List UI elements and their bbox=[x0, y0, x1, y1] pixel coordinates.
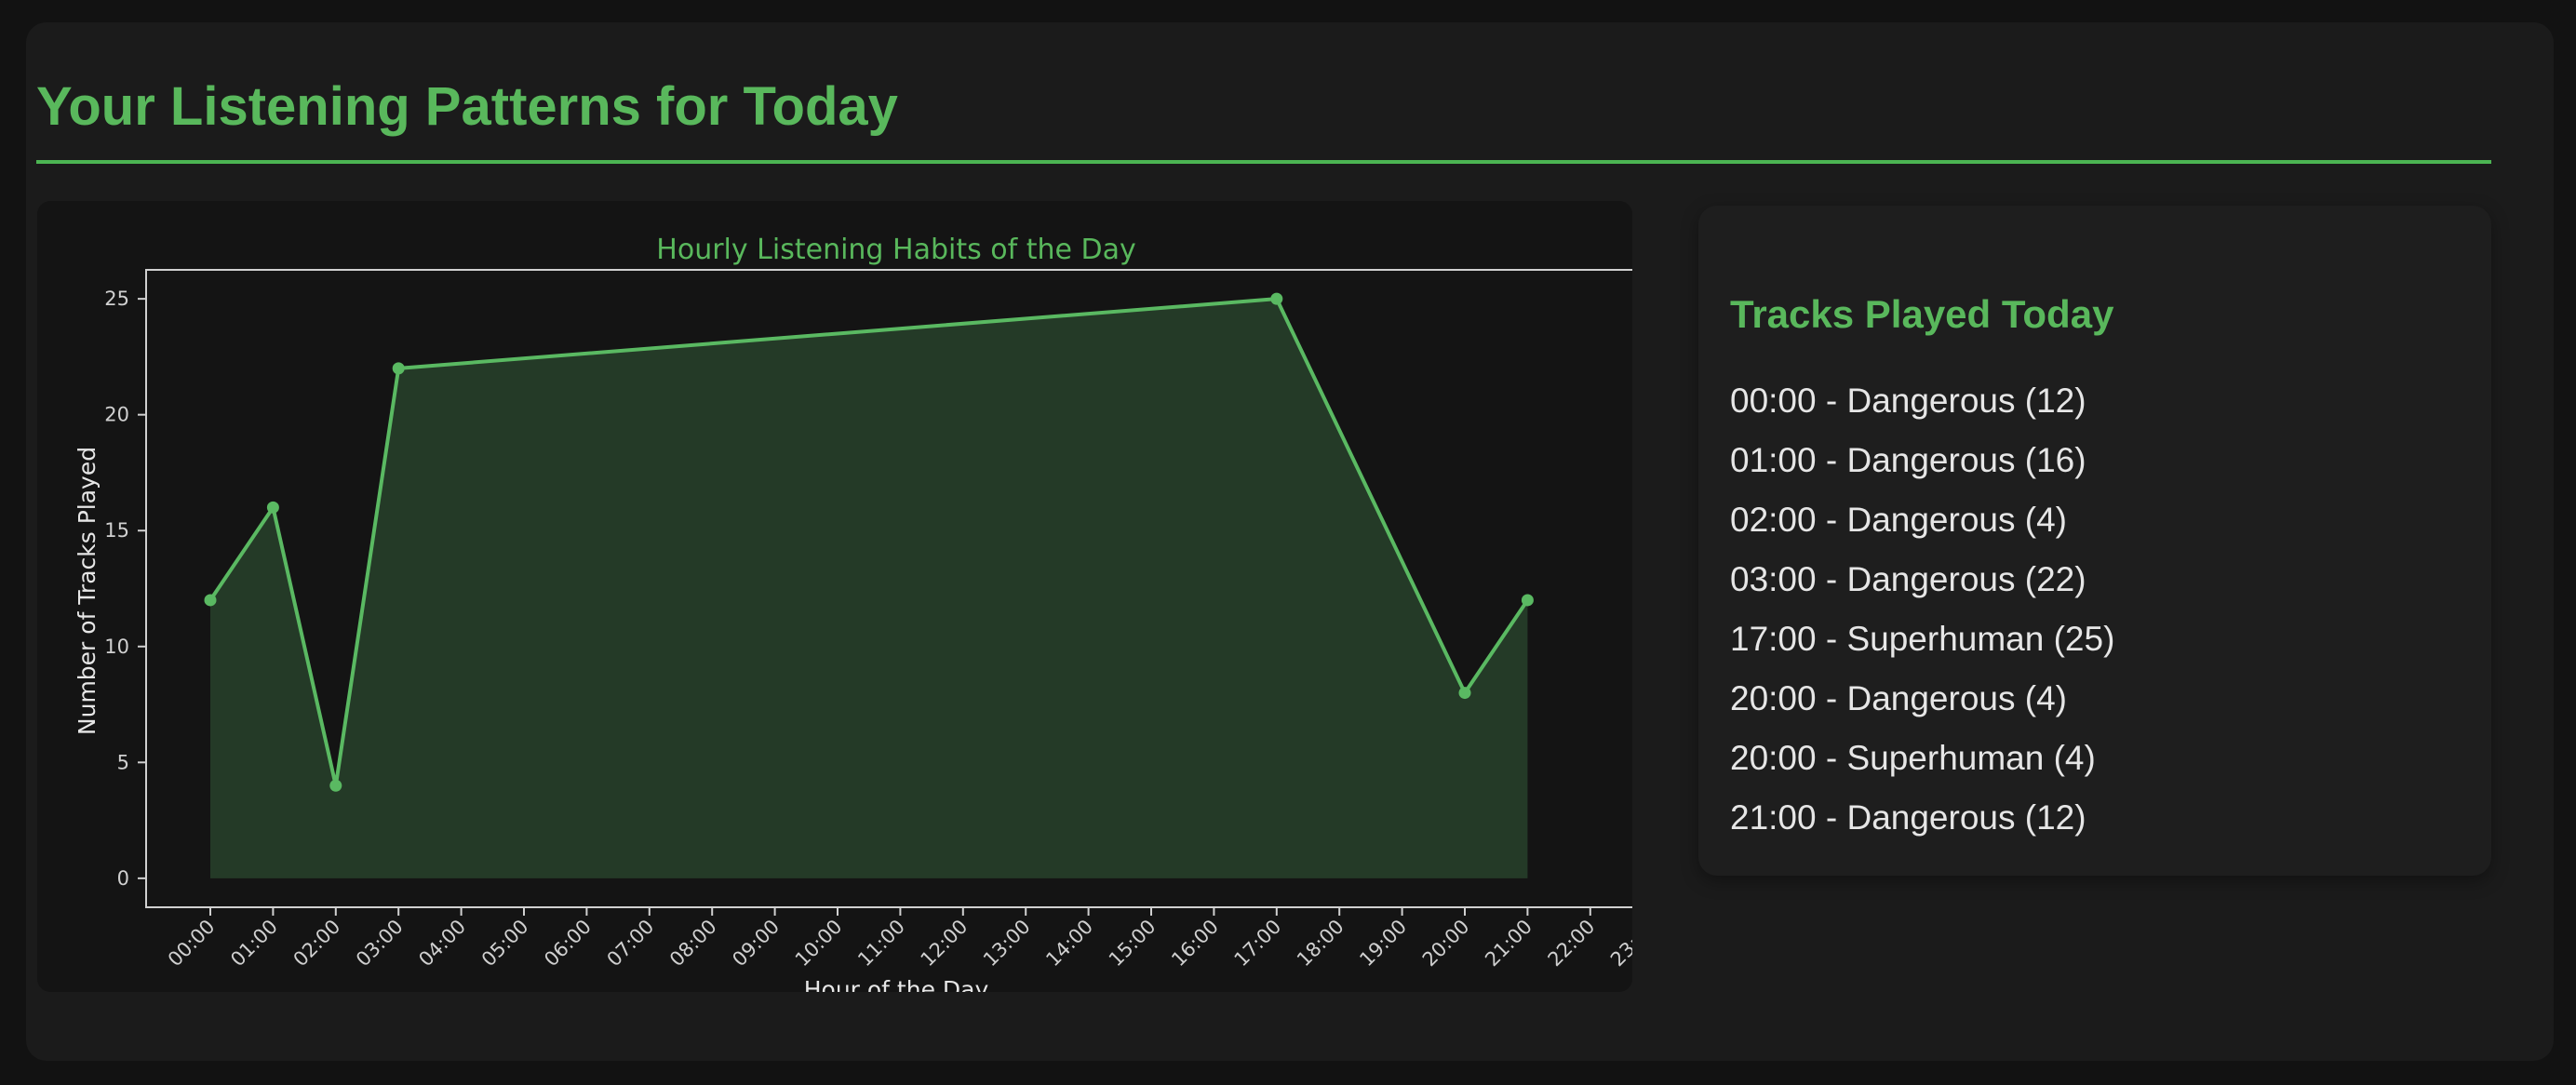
x-tick-label: 06:00 bbox=[540, 916, 596, 971]
track-item: 20:00 - Dangerous (4) bbox=[1730, 679, 2067, 717]
page-title: Your Listening Patterns for Today bbox=[36, 76, 898, 137]
x-tick-label: 01:00 bbox=[226, 916, 282, 971]
x-tick-label: 13:00 bbox=[979, 916, 1035, 971]
x-tick-label: 09:00 bbox=[728, 916, 784, 971]
data-point bbox=[329, 779, 342, 792]
y-axis-label: Number of Tracks Played bbox=[74, 447, 101, 735]
x-tick-label: 05:00 bbox=[477, 916, 533, 971]
x-tick-label: 14:00 bbox=[1041, 916, 1097, 971]
x-tick-label: 16:00 bbox=[1167, 916, 1223, 971]
track-item: 02:00 - Dangerous (4) bbox=[1730, 501, 2067, 539]
x-tick-label: 02:00 bbox=[289, 916, 345, 971]
x-tick-label: 17:00 bbox=[1230, 916, 1286, 971]
track-item: 20:00 - Superhuman (4) bbox=[1730, 739, 2096, 777]
x-tick-label: 15:00 bbox=[1105, 916, 1161, 971]
track-item: 03:00 - Dangerous (22) bbox=[1730, 560, 2086, 598]
x-tick-label: 03:00 bbox=[352, 916, 408, 971]
x-tick-label: 10:00 bbox=[791, 916, 847, 971]
data-point bbox=[1270, 292, 1283, 305]
data-point bbox=[392, 362, 405, 375]
chart-title: Hourly Listening Habits of the Day bbox=[656, 234, 1135, 266]
x-tick-label: 22:00 bbox=[1544, 916, 1600, 971]
x-axis-label: Hour of the Day bbox=[804, 976, 989, 992]
area-fill bbox=[210, 299, 1528, 878]
y-tick-label: 0 bbox=[117, 867, 129, 890]
x-tick-label: 18:00 bbox=[1293, 916, 1348, 971]
x-tick-label: 08:00 bbox=[665, 916, 721, 971]
x-tick-label: 23:00 bbox=[1606, 916, 1632, 971]
y-tick-label: 5 bbox=[117, 751, 129, 773]
y-tick-label: 25 bbox=[104, 288, 129, 310]
title-divider bbox=[36, 160, 2491, 164]
track-item: 17:00 - Superhuman (25) bbox=[1730, 620, 2115, 658]
tracks-title: Tracks Played Today bbox=[1730, 292, 2114, 336]
x-tick-label: 07:00 bbox=[603, 916, 659, 971]
track-item: 01:00 - Dangerous (16) bbox=[1730, 441, 2086, 479]
y-tick-label: 10 bbox=[104, 636, 129, 658]
plot-area: 0 5 10 15 20 25 00:00 01:00 02:00 03:00 04:00 05:00… bbox=[104, 269, 1632, 971]
x-tick-label: 12:00 bbox=[917, 916, 973, 971]
tracks-panel: Tracks Played Today 00:00 - Dangerous (1… bbox=[1698, 206, 2491, 876]
track-item: 21:00 - Dangerous (12) bbox=[1730, 798, 2086, 837]
data-point bbox=[204, 594, 217, 607]
chart-panel: Hourly Listening Habits of the Day Numbe… bbox=[37, 201, 1632, 992]
listening-chart: Hourly Listening Habits of the Day Numbe… bbox=[74, 234, 1632, 992]
data-point bbox=[1521, 594, 1534, 607]
data-point bbox=[266, 501, 279, 514]
x-tick-label: 19:00 bbox=[1355, 916, 1411, 971]
y-tick-label: 20 bbox=[104, 404, 129, 426]
data-point bbox=[1458, 687, 1471, 700]
x-tick-label: 04:00 bbox=[414, 916, 470, 971]
x-tick-label: 21:00 bbox=[1481, 916, 1536, 971]
x-tick-label: 20:00 bbox=[1418, 916, 1474, 971]
track-item: 00:00 - Dangerous (12) bbox=[1730, 382, 2086, 420]
tracks-list: 00:00 - Dangerous (12) 01:00 - Dangerous… bbox=[1730, 378, 2114, 854]
x-tick-label: 11:00 bbox=[853, 916, 909, 971]
x-tick-label: 00:00 bbox=[164, 916, 220, 971]
y-tick-label: 15 bbox=[104, 519, 129, 542]
